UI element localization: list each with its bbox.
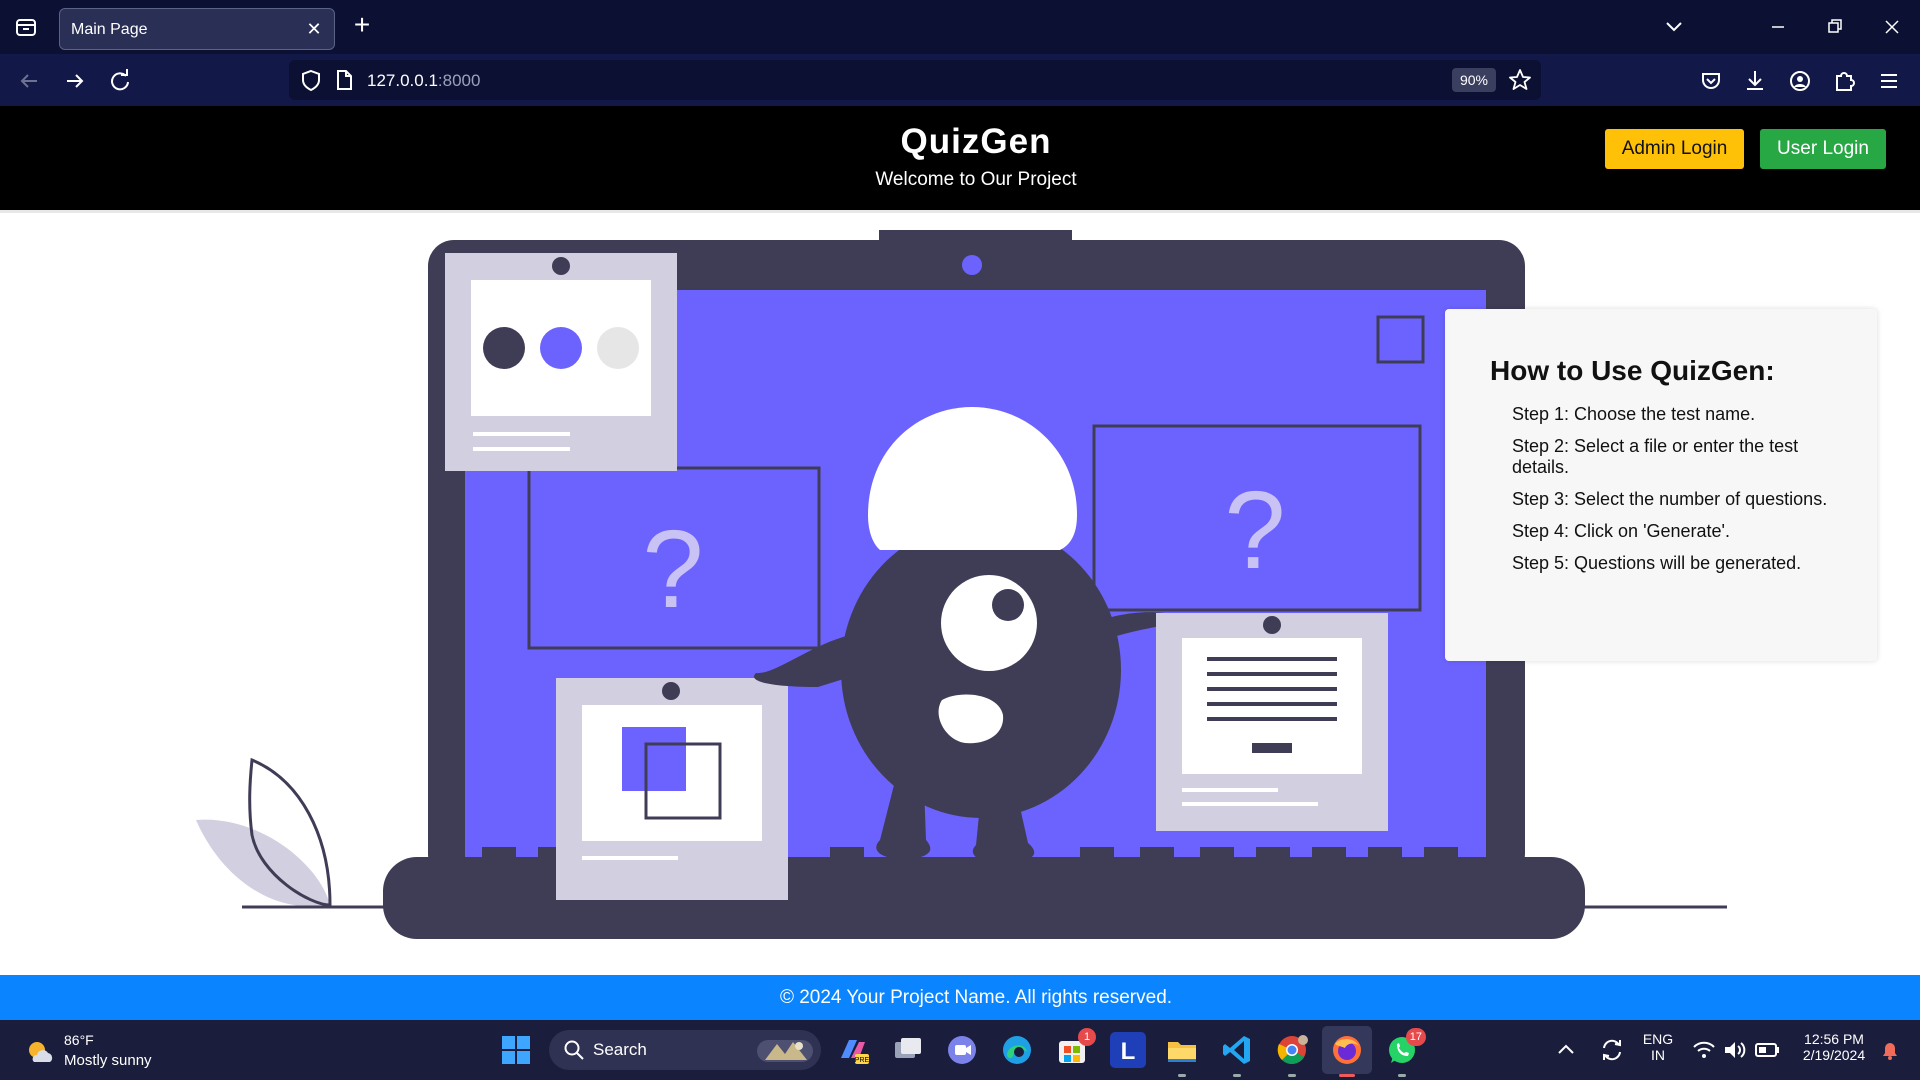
url-port: :8000 [437,71,481,90]
list-item: Step 5: Questions will be generated. [1512,553,1802,573]
running-indicator [1288,1074,1296,1077]
chrome-icon[interactable] [1274,1032,1310,1077]
minimize-icon[interactable] [1763,14,1793,40]
restore-icon[interactable] [1820,14,1850,40]
extensions-icon[interactable] [1829,66,1859,96]
search-icon [564,1040,584,1060]
task-view-icon[interactable] [890,1032,926,1068]
address-bar[interactable]: 127.0.0.1:8000 90% [289,60,1541,100]
show-hidden-icons-chevron-icon[interactable] [1553,1032,1579,1068]
vscode-icon[interactable] [1219,1032,1255,1077]
how-to-heading: How to Use QuizGen: [1490,355,1775,386]
card-document [1156,613,1388,831]
user-login-button[interactable]: User Login [1760,129,1886,169]
list-item: Step 2: Select a file or enter the test … [1512,436,1799,477]
running-indicator [1178,1074,1186,1077]
edge-icon[interactable] [999,1032,1035,1068]
language-indicator[interactable]: ENG IN [1640,1031,1676,1063]
tab-list-icon[interactable] [12,14,40,40]
search-label: Search [593,1040,647,1059]
microsoft-store-icon[interactable]: 1 [1054,1028,1096,1068]
wifi-icon[interactable] [1690,1032,1718,1068]
volume-icon[interactable] [1721,1032,1749,1068]
header-divider [0,210,1920,213]
weather-condition: Mostly sunny [64,1052,152,1069]
sync-icon[interactable] [1597,1032,1627,1068]
windows-taskbar: 86°F Mostly sunny Search PRE 1 L 17 ENG … [0,1020,1920,1080]
teams-chat-icon[interactable] [944,1032,980,1068]
site-subtitle: Welcome to Our Project [875,169,1077,190]
admin-login-button[interactable]: Admin Login [1605,129,1744,169]
clock-time: 12:56 PM [1804,1031,1864,1047]
svg-text:L: L [1121,1038,1136,1065]
svg-text:PRE: PRE [855,1057,870,1064]
reload-icon[interactable] [105,66,135,96]
whatsapp-icon[interactable]: 17 [1384,1028,1426,1077]
whatsapp-badge: 17 [1405,1028,1426,1046]
how-to-use-card: How to Use QuizGen: Step 1: Choose the t… [1445,309,1877,661]
sun-cloud-icon [29,1042,53,1062]
taskbar-search-box[interactable]: Search [549,1030,821,1070]
firefox-icon[interactable] [1329,1032,1365,1077]
laptop-camera-bar [879,230,1072,244]
start-windows-icon[interactable] [498,1032,534,1068]
card-square [556,678,788,900]
url-text[interactable]: 127.0.0.1:8000 [367,71,480,91]
zoom-level-indicator[interactable]: 90% [1452,68,1496,92]
browser-tab-strip: Main Page ✕ + [0,0,1920,54]
close-window-icon[interactable] [1877,14,1907,40]
clock-date: 2/19/2024 [1802,1047,1866,1063]
page-info-icon[interactable] [333,68,355,92]
forward-icon[interactable] [60,66,90,96]
list-item: Step 1: Choose the test name. [1512,404,1756,424]
tracking-protection-shield-icon[interactable] [298,67,324,93]
copilot-icon[interactable]: PRE [835,1032,871,1068]
notification-bell-icon[interactable] [1876,1032,1904,1068]
clock[interactable]: 12:56 PM 2/19/2024 [1790,1031,1878,1063]
close-tab-icon[interactable]: ✕ [302,17,326,41]
question-mark-left: ? [642,508,703,631]
how-to-steps-list: Step 1: Choose the test name. Step 2: Se… [1512,404,1832,585]
running-indicator [1339,1074,1355,1077]
question-mark-right: ? [1224,469,1285,592]
store-badge: 1 [1078,1028,1096,1046]
bookmark-star-icon[interactable] [1507,67,1533,93]
language-code: ENG [1642,1031,1674,1047]
tab-main-page[interactable]: Main Page ✕ [59,8,335,50]
pocket-icon[interactable] [1696,66,1726,96]
list-item: Step 3: Select the number of questions. [1512,489,1828,509]
weather-widget[interactable]: 86°F Mostly sunny [24,1032,194,1072]
running-indicator [1398,1074,1406,1077]
url-host: 127.0.0.1 [367,71,438,90]
laptop-camera-dot [962,255,982,275]
site-footer: © 2024 Your Project Name. All rights res… [0,975,1920,1020]
l-app-icon[interactable]: L [1110,1032,1146,1068]
list-item: Step 4: Click on 'Generate'. [1512,521,1730,541]
card-color-dots [445,253,677,471]
list-all-tabs-icon[interactable] [1659,14,1689,40]
battery-icon[interactable] [1752,1032,1782,1068]
file-explorer-icon[interactable] [1164,1032,1200,1077]
search-highlight-icon [757,1040,813,1062]
weather-temp: 86°F [64,1032,94,1048]
region-code: IN [1651,1047,1665,1063]
downloads-icon[interactable] [1740,66,1770,96]
account-icon[interactable] [1785,66,1815,96]
browser-navigation-bar: 127.0.0.1:8000 90% [0,54,1920,106]
running-indicator [1233,1074,1241,1077]
back-icon[interactable] [14,66,44,96]
leaf-decoration [196,757,332,907]
footer-copyright: © 2024 Your Project Name. All rights res… [779,987,1173,1008]
site-header: QuizGen Welcome to Our Project Admin Log… [0,106,1920,210]
new-tab-icon[interactable]: + [348,11,376,40]
menu-icon[interactable] [1874,66,1904,96]
tab-title: Main Page [71,21,148,38]
